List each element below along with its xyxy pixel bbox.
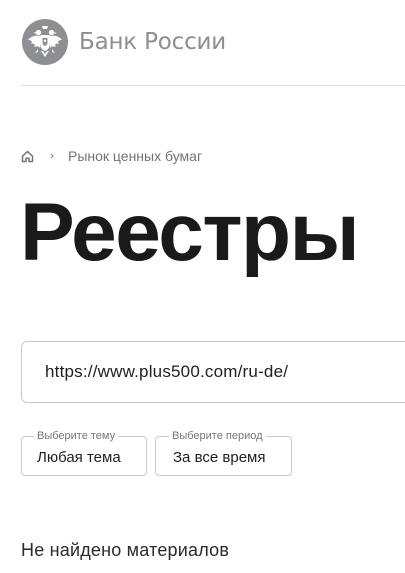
search-input[interactable]	[45, 342, 405, 402]
site-header: Банк России	[0, 0, 405, 86]
header-divider	[21, 85, 405, 86]
empty-results-message: Не найдено материалов	[21, 540, 230, 560]
period-select-label: Выберите период	[169, 430, 266, 443]
bank-name: Банк России	[79, 29, 227, 55]
eagle-emblem-icon	[22, 19, 68, 65]
home-icon[interactable]	[21, 150, 34, 163]
theme-select-label: Выберите тему	[34, 430, 119, 443]
period-select-value: За все время	[173, 449, 266, 466]
bank-logo-link[interactable]: Банк России	[21, 18, 226, 66]
chevron-right-icon	[50, 153, 55, 159]
period-select[interactable]: Выберите период За все время	[155, 430, 292, 476]
breadcrumb-item-securities-market[interactable]: Рынок ценных бумаг	[68, 148, 202, 164]
breadcrumb: Рынок ценных бумаг	[21, 148, 202, 164]
search-box	[21, 341, 405, 403]
page-title: Реестры	[20, 187, 360, 278]
theme-select[interactable]: Выберите тему Любая тема	[21, 430, 147, 476]
theme-select-value: Любая тема	[37, 449, 121, 466]
